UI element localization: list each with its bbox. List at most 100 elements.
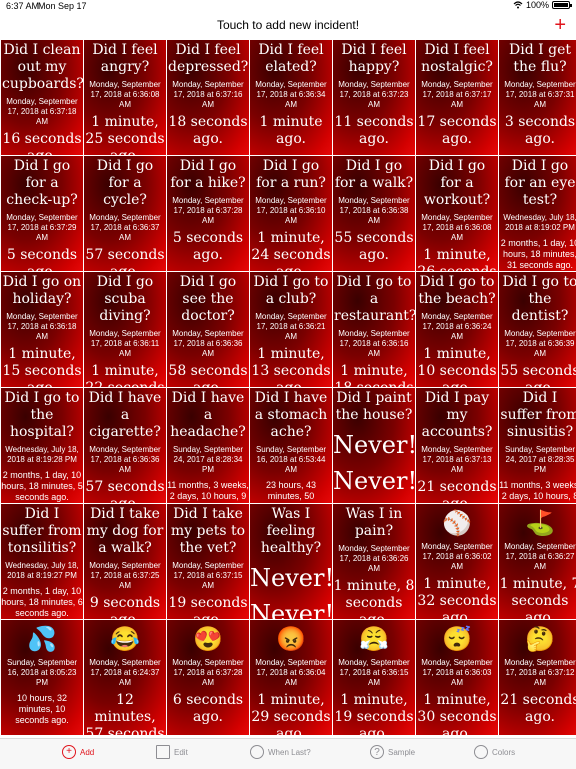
incident-tile[interactable]: Did I go to the beach? Monday, September … [416, 272, 498, 387]
incident-timestamp: Sunday, September 24, 2017 at 8:28:35 PM [504, 445, 576, 474]
tab-when-last-label: When Last? [268, 747, 311, 757]
incident-timestamp: Monday, September 17, 2018 at 6:36:08 AM [421, 213, 493, 242]
elapsed-time: 17 seconds ago. [417, 114, 497, 147]
wifi-icon [513, 1, 523, 9]
incident-tile[interactable]: Did I go for an eye test? Wednesday, July… [499, 156, 576, 271]
elapsed-time: 18 seconds ago. [168, 114, 248, 147]
status-time: 6:37 AM [6, 1, 40, 11]
incident-tile[interactable]: Did I paint the house? Never! Never! [333, 388, 415, 503]
incident-tile[interactable]: Did I feel happy? Monday, September 17, 2… [333, 40, 415, 155]
status-right: 100% [513, 0, 572, 10]
incident-tile[interactable]: Did I go for a walk? Monday, September 17… [333, 156, 415, 271]
incident-tile[interactable]: Did I go see the doctor? Monday, Septembe… [167, 272, 249, 387]
incident-question: Did I go scuba diving? [96, 274, 154, 324]
incident-tile[interactable]: Did I go for a run? Monday, September 17,… [250, 156, 332, 271]
incident-emoji: 😴 [442, 625, 472, 653]
incident-emoji: 💦 [27, 625, 57, 653]
incident-tile[interactable]: 💦 Sunday, September 16, 2018 at 8:05:23 P… [1, 620, 83, 735]
incident-tile[interactable]: Did I get the flu? Monday, September 17, … [499, 40, 576, 155]
incident-tile[interactable]: Did I have a cigarette? Monday, September… [84, 388, 166, 503]
incident-tile[interactable]: Did I clean out my cupboards? Monday, Sep… [1, 40, 83, 155]
incident-timestamp: Sunday, September 16, 2018 at 8:05:23 PM [6, 658, 78, 687]
elapsed-time: 1 minute, 24 seconds ago. [251, 230, 331, 271]
incident-tile[interactable]: ⛳ Monday, September 17, 2018 at 6:36:27 A… [499, 504, 576, 619]
elapsed-time: 1 minute, 32 seconds ago. [417, 576, 497, 619]
elapsed-time: 1 minute, 30 seconds ago. [417, 692, 497, 735]
incident-timestamp: Monday, September 17, 2018 at 6:36:21 AM [255, 312, 327, 341]
incident-question: Did I go to the hospital? [4, 390, 80, 440]
tab-when-last[interactable]: When Last? [250, 745, 311, 759]
incident-tile[interactable]: Did I suffer from sinusitis? Sunday, Sept… [499, 388, 576, 503]
incident-tile[interactable]: Did I go to the dentist? Monday, Septembe… [499, 272, 576, 387]
incident-timestamp: Monday, September 17, 2018 at 6:36:26 AM [338, 544, 410, 573]
incident-timestamp: Sunday, September 16, 2018 at 6:53:44 AM [255, 445, 327, 474]
incident-tile[interactable]: 😂 Monday, September 17, 2018 at 6:24:37 A… [84, 620, 166, 735]
incident-timestamp: Monday, September 17, 2018 at 6:36:27 AM [504, 542, 576, 571]
incident-emoji: ⛳ [525, 509, 555, 537]
incident-emoji: ⚾ [442, 509, 472, 537]
incident-tile[interactable]: Was I feeling healthy? Never! Never! [250, 504, 332, 619]
incident-question: Did I paint the house? [335, 390, 413, 423]
add-incident-button[interactable]: + [554, 15, 566, 35]
incident-timestamp: Wednesday, July 18, 2018 at 8:19:27 PM [5, 561, 79, 580]
elapsed-time: 2 months, 1 day, 10 hours, 18 minutes, 6… [1, 586, 83, 618]
incident-question: Did I go for a cycle? [96, 158, 154, 208]
incident-tile[interactable]: Did I go to a club? Monday, September 17,… [250, 272, 332, 387]
incident-emoji: 🤔 [525, 625, 555, 653]
elapsed-time: 1 minute, 26 seconds ago. [417, 247, 496, 271]
incident-tile[interactable]: Did I feel nostalgic? Monday, September 1… [416, 40, 498, 155]
incident-timestamp: Monday, September 17, 2018 at 6:36:38 AM [338, 196, 410, 225]
tab-sample-label: Sample [388, 747, 416, 757]
incident-question: Did I go to the beach? [418, 274, 496, 307]
incident-question: Was I feeling healthy? [260, 506, 322, 556]
incident-question: Did I go for a walk? [334, 158, 414, 191]
incident-tile[interactable]: Did I have a stomach ache? Sunday, Septem… [250, 388, 332, 503]
incident-timestamp: Monday, September 17, 2018 at 6:36:03 AM [421, 658, 493, 687]
tab-edit[interactable]: Edit [156, 745, 188, 759]
elapsed-time: 3 seconds ago. [504, 114, 576, 147]
add-incident-prompt[interactable]: Touch to add new incident! [0, 18, 576, 32]
incident-tile[interactable]: Did I go scuba diving? Monday, September … [84, 272, 166, 387]
incident-tile[interactable]: 😴 Monday, September 17, 2018 at 6:36:03 A… [416, 620, 498, 735]
incident-tile[interactable]: Was I in pain? Monday, September 17, 2018… [333, 504, 415, 619]
incident-tile[interactable]: 🤔 Monday, September 17, 2018 at 6:37:12 A… [499, 620, 576, 735]
incident-timestamp: Monday, September 17, 2018 at 6:36:36 AM [172, 329, 244, 358]
incident-tile[interactable]: Did I take my pets to the vet? Monday, Se… [167, 504, 249, 619]
incident-timestamp: Monday, September 17, 2018 at 6:36:11 AM [89, 329, 161, 358]
incident-question: Did I clean out my cupboards? [2, 42, 83, 92]
incident-timestamp: Monday, September 17, 2018 at 6:36:18 AM [6, 312, 78, 341]
incident-tile[interactable]: Did I suffer from tonsilitis? Wednesday, … [1, 504, 83, 619]
incident-tile[interactable]: ⚾ Monday, September 17, 2018 at 6:36:02 A… [416, 504, 498, 619]
incident-timestamp: Monday, September 17, 2018 at 6:37:15 AM [172, 561, 244, 590]
incident-tile[interactable]: Did I pay my accounts? Monday, September … [416, 388, 498, 503]
incident-emoji: 😡 [276, 625, 306, 653]
incident-tile[interactable]: Did I take my dog for a walk? Monday, Sep… [84, 504, 166, 619]
elapsed-time: 1 minute ago. [259, 114, 323, 147]
incident-tile[interactable]: Did I go for a check-up? Monday, Septembe… [1, 156, 83, 271]
incident-timestamp: Monday, September 17, 2018 at 6:36:34 AM [255, 80, 327, 109]
incident-tile[interactable]: Did I go for a hike? Monday, September 17… [167, 156, 249, 271]
incident-timestamp: Monday, September 17, 2018 at 6:36:37 AM [89, 213, 161, 242]
tab-sample[interactable]: ? Sample [370, 745, 415, 759]
incident-tile[interactable]: Did I feel depressed? Monday, September 1… [167, 40, 249, 155]
elapsed-time: 1 minute, 29 seconds ago. [251, 692, 331, 735]
tab-add[interactable]: + Add [62, 745, 94, 759]
incident-tile[interactable]: Did I go for a workout? Monday, September… [416, 156, 498, 271]
incident-tile[interactable]: Did I have a headache? Sunday, September … [167, 388, 249, 503]
incident-timestamp: Monday, September 17, 2018 at 6:37:31 AM [504, 80, 576, 109]
elapsed-time: 2 months, 1 day, 10 hours, 18 minutes, 3… [500, 238, 576, 270]
incident-tile[interactable]: Did I go on holiday? Monday, September 17… [1, 272, 83, 387]
elapsed-time: 23 hours, 43 minutes, 50 seconds ago. [264, 480, 318, 503]
incident-tile[interactable]: Did I go for a cycle? Monday, September 1… [84, 156, 166, 271]
incident-tile[interactable]: Did I go to a restaurant? Monday, Septemb… [333, 272, 415, 387]
incident-tile[interactable]: 😤 Monday, September 17, 2018 at 6:36:15 A… [333, 620, 415, 735]
incident-tile[interactable]: 😡 Monday, September 17, 2018 at 6:36:04 A… [250, 620, 332, 735]
incident-tile[interactable]: 😍 Monday, September 17, 2018 at 6:37:28 A… [167, 620, 249, 735]
incident-timestamp: Monday, September 17, 2018 at 6:36:39 AM [504, 329, 576, 358]
incident-tile[interactable]: Did I feel elated? Monday, September 17, … [250, 40, 332, 155]
tab-colors[interactable]: Colors [474, 745, 515, 759]
incident-question: Did I go to a restaurant? [334, 274, 415, 324]
incident-tile[interactable]: Did I feel angry? Monday, September 17, 2… [84, 40, 166, 155]
incident-question: Did I take my dog for a walk? [86, 506, 164, 556]
incident-tile[interactable]: Did I go to the hospital? Wednesday, July… [1, 388, 83, 503]
